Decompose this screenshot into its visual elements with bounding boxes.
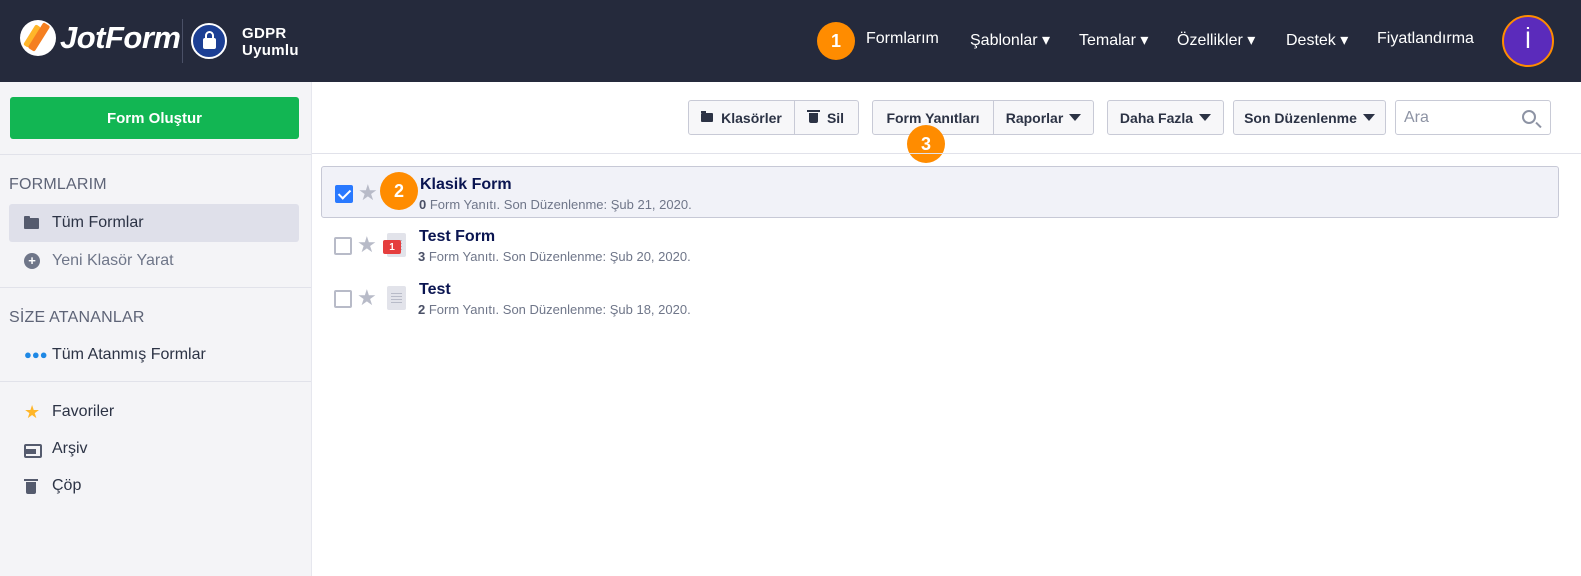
- plus-circle-icon: +: [24, 253, 40, 269]
- form-title[interactable]: Test Form: [419, 228, 495, 246]
- sidebar-item-archive[interactable]: Arşiv: [9, 430, 299, 468]
- sidebar-divider: [0, 154, 311, 155]
- search-box: [1395, 100, 1551, 135]
- folder-icon: [24, 215, 40, 231]
- sidebar-item-label: Arşiv: [52, 440, 88, 457]
- logo-text: JotForm: [60, 20, 181, 55]
- form-row-test[interactable]: ★ Test 2 Form Yanıtı. Son Düzenlenme: Şu…: [321, 272, 1559, 324]
- reports-dropdown[interactable]: Raporlar: [993, 101, 1093, 134]
- more-group: Daha Fazla: [1107, 100, 1224, 135]
- gdpr-label: GDPR Uyumlu: [242, 25, 299, 59]
- form-row-classic[interactable]: ★ Klasik Form 0 Form Yanıtı. Son Düzenle…: [321, 166, 1559, 218]
- form-meta: 3 Form Yanıtı. Son Düzenlenme: Şub 20, 2…: [418, 249, 691, 264]
- caret-down-icon: [1362, 114, 1375, 121]
- delete-button[interactable]: Sil: [794, 101, 858, 134]
- form-meta: 2 Form Yanıtı. Son Düzenlenme: Şub 18, 2…: [418, 302, 691, 317]
- archive-icon: [24, 441, 42, 458]
- form-row-test-form[interactable]: ★ 1 Test Form 3 Form Yanıtı. Son Düzenle…: [321, 219, 1559, 271]
- sidebar-divider: [0, 287, 311, 288]
- sidebar-item-label: Tüm Formlar: [52, 214, 144, 231]
- favorite-star-icon[interactable]: ★: [358, 180, 378, 206]
- sidebar-item-all-forms[interactable]: Tüm Formlar: [9, 204, 299, 242]
- nav-features[interactable]: Özellikler ▾: [1177, 30, 1255, 50]
- caret-down-icon: [1069, 114, 1082, 121]
- section-title-my-forms: FORMLARIM: [9, 176, 107, 193]
- create-form-button[interactable]: Form Oluştur: [10, 97, 299, 139]
- favorite-star-icon[interactable]: ★: [357, 285, 377, 311]
- sort-group: Son Düzenlenme: [1233, 100, 1386, 135]
- sidebar-item-trash[interactable]: Çöp: [9, 467, 299, 505]
- sidebar-item-label: Çöp: [52, 477, 82, 494]
- folders-button[interactable]: Klasörler: [689, 101, 794, 134]
- top-navigation-bar: JotForm GDPR Uyumlu 1 Formlarım Şablonla…: [0, 0, 1581, 82]
- sidebar: Form Oluştur FORMLARIM Tüm Formlar + Yen…: [0, 82, 312, 576]
- step-marker-2: 2: [380, 172, 418, 210]
- folder-actions-group: Klasörler Sil: [688, 100, 859, 135]
- logo-divider: [182, 19, 183, 63]
- form-title[interactable]: Test: [419, 281, 451, 299]
- folder-icon: [701, 111, 714, 122]
- trash-icon: [24, 478, 40, 494]
- user-avatar[interactable]: İ: [1502, 15, 1554, 67]
- search-input[interactable]: [1404, 107, 1514, 129]
- form-data-group: Form Yanıtları Raporlar: [872, 100, 1094, 135]
- toolbar-divider: [312, 153, 1581, 154]
- sidebar-item-assigned-forms[interactable]: ●●● Tüm Atanmış Formlar: [9, 336, 299, 374]
- users-icon: ●●●: [24, 347, 48, 362]
- form-checkbox[interactable]: [334, 237, 352, 255]
- sidebar-item-label: Tüm Atanmış Formlar: [52, 346, 206, 363]
- trash-icon: [806, 109, 820, 123]
- sort-dropdown[interactable]: Son Düzenlenme: [1234, 101, 1385, 134]
- caret-down-icon: [1199, 114, 1212, 121]
- form-checkbox[interactable]: [335, 185, 353, 203]
- form-meta: 0 Form Yanıtı. Son Düzenlenme: Şub 21, 2…: [419, 197, 692, 212]
- sidebar-item-new-folder[interactable]: + Yeni Klasör Yarat: [9, 242, 299, 280]
- nav-pricing[interactable]: Fiyatlandırma: [1377, 30, 1474, 48]
- step-marker-1: 1: [817, 22, 855, 60]
- search-icon[interactable]: [1522, 110, 1536, 124]
- form-checkbox[interactable]: [334, 290, 352, 308]
- nav-support[interactable]: Destek ▾: [1286, 30, 1348, 50]
- sidebar-item-label: Favoriler: [52, 403, 115, 420]
- gdpr-lock-icon: [191, 23, 227, 59]
- section-title-assigned: SİZE ATANANLAR: [9, 309, 145, 326]
- jotform-logo[interactable]: JotForm: [20, 20, 181, 56]
- new-submission-badge: 1: [383, 240, 401, 254]
- form-title[interactable]: Klasik Form: [420, 176, 512, 194]
- nav-templates[interactable]: Şablonlar ▾: [970, 30, 1050, 50]
- sidebar-item-favorites[interactable]: ★ Favoriler: [9, 393, 299, 431]
- star-icon: ★: [24, 402, 41, 422]
- nav-my-forms[interactable]: Formlarım: [866, 30, 939, 48]
- more-dropdown[interactable]: Daha Fazla: [1108, 101, 1223, 134]
- favorite-star-icon[interactable]: ★: [357, 232, 377, 258]
- form-document-icon: [387, 286, 406, 310]
- jotform-logo-icon: [20, 20, 56, 56]
- step-marker-3: 3: [907, 125, 945, 163]
- nav-themes[interactable]: Temalar ▾: [1079, 30, 1148, 50]
- sidebar-item-label: Yeni Klasör Yarat: [52, 252, 174, 269]
- sidebar-divider: [0, 381, 311, 382]
